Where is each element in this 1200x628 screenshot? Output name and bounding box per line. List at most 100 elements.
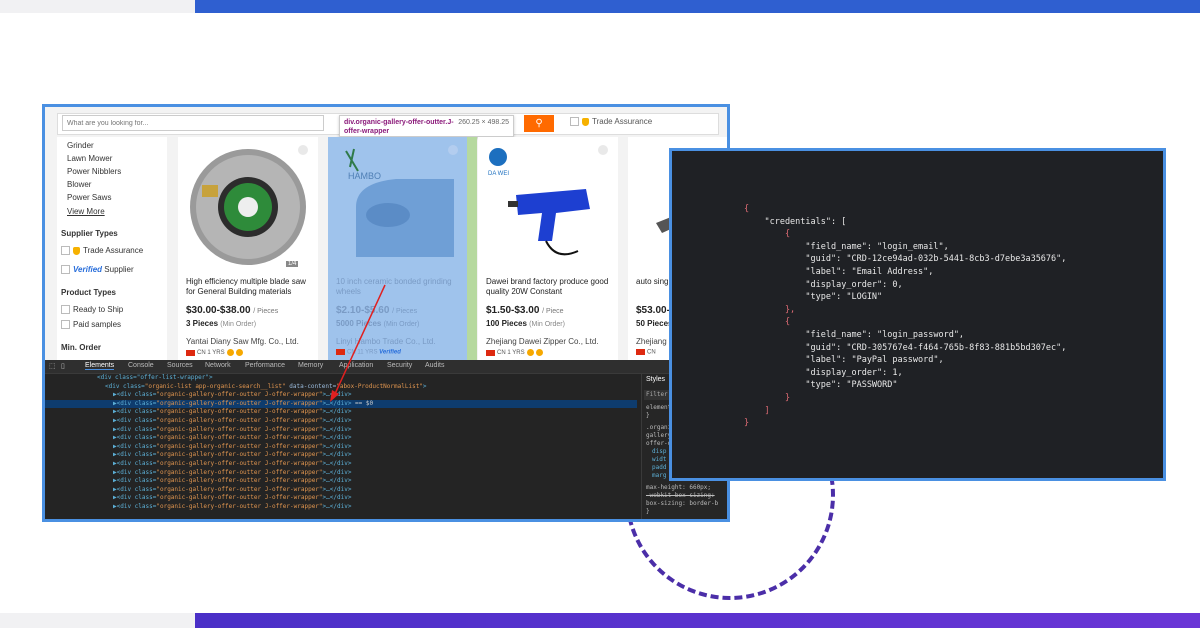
dom-node[interactable]: ▶<div class="organic-gallery-offer-outte… [45, 451, 637, 460]
bottom-left-strip [0, 613, 195, 628]
json-line: "label": "Email Address", [744, 266, 934, 277]
product-price: $53.00- [636, 305, 670, 316]
medal-icon [235, 349, 243, 356]
filter-verified-supplier[interactable]: Verified Supplier [61, 265, 134, 275]
json-line: "label": "PayPal password", [744, 355, 944, 366]
style-line: } [646, 508, 650, 515]
medal-icon [526, 349, 534, 356]
dom-node[interactable]: <div class="offer-list-wrapper"> [45, 374, 637, 383]
top-banner [195, 0, 1200, 13]
top-left-strip [0, 0, 195, 13]
tab-console[interactable]: Console [128, 362, 154, 369]
dom-node[interactable]: ▶<div class="organic-gallery-offer-outte… [45, 460, 637, 469]
sidebar-item-lawn-mower[interactable]: Lawn Mower [67, 154, 112, 163]
style-line: box-sizing: border-b [646, 500, 719, 507]
dom-node[interactable]: ▶<div class="organic-gallery-offer-outte… [45, 417, 637, 426]
dom-node[interactable]: ▶<div class="organic-gallery-offer-outte… [45, 477, 637, 486]
medal-icon [535, 349, 543, 356]
json-credentials-panel: { "credentials": [ { "field_name": "logi… [669, 148, 1166, 481]
product-card-highlighted[interactable]: HAMBO 10 inch ceramic bonded grinding wh… [328, 137, 468, 362]
device-toggle-icon[interactable]: ▯ [61, 362, 65, 370]
filter-ready-to-ship[interactable]: Ready to Ship [61, 305, 123, 315]
style-line: .organi [646, 424, 672, 431]
dom-node[interactable]: ▶<div class="organic-gallery-offer-outte… [45, 443, 637, 452]
saw-blade-image [190, 149, 306, 265]
filter-paid-samples[interactable]: Paid samples [61, 320, 121, 330]
grinding-wheel-image: HAMBO [345, 148, 454, 257]
dom-node[interactable]: ▶<div class="organic-gallery-offer-outte… [45, 408, 637, 417]
glue-gun-image: DA WEI [488, 148, 590, 256]
style-line: marg [652, 472, 667, 479]
supplier-name[interactable]: Zhejiang [636, 337, 667, 346]
dom-node[interactable]: ▶<div class="organic-gallery-offer-outte… [45, 391, 637, 400]
search-button[interactable]: ⚲ [524, 115, 554, 132]
devtools-panel: ⬚ ▯ Elements Console Sources Network Per… [45, 360, 727, 519]
tab-elements[interactable]: Elements [85, 362, 115, 370]
supplier-name[interactable]: Zhejiang Dawei Zipper Co., Ltd. [486, 337, 599, 346]
json-line: "type": "LOGIN" [744, 292, 883, 303]
image-page-indicator: 1/4 [286, 261, 299, 267]
json-line: "type": "PASSWORD" [744, 380, 898, 391]
filter-trade-assurance[interactable]: Trade Assurance [61, 246, 144, 256]
supplier-meta: CN 1 YRS [486, 349, 543, 356]
supplier-types-heading: Supplier Types [61, 229, 118, 238]
style-line: gallery [646, 432, 672, 439]
checkbox-icon[interactable] [570, 117, 579, 127]
dom-node[interactable]: ▶<div class="organic-gallery-offer-outte… [45, 494, 637, 503]
dom-node[interactable]: ▶<div class="organic-gallery-offer-outte… [45, 434, 637, 443]
cn-flag-icon [336, 349, 345, 355]
product-card[interactable]: DA WEI Dawei brand factory produce good … [478, 137, 618, 362]
json-line: { [744, 229, 791, 240]
json-line: { [744, 317, 791, 328]
cn-flag-icon [486, 349, 495, 356]
tab-performance[interactable]: Performance [245, 362, 285, 369]
margin-overlay [467, 137, 477, 362]
inspect-icon[interactable]: ⬚ [49, 362, 56, 370]
sidebar-item-blower[interactable]: Blower [67, 180, 91, 189]
json-line: "credentials": [ [744, 216, 847, 227]
dom-node[interactable]: ▶<div class="organic-gallery-offer-outte… [45, 486, 637, 495]
dom-node-selected[interactable]: ▶<div class="organic-gallery-offer-outte… [45, 399, 637, 409]
tab-security[interactable]: Security [387, 362, 412, 369]
product-title[interactable]: High efficiency multiple blade saw for G… [186, 277, 312, 297]
medal-icon [226, 349, 234, 356]
search-input[interactable] [62, 115, 324, 131]
checkbox-icon[interactable] [61, 265, 70, 275]
tab-sources[interactable]: Sources [167, 362, 193, 369]
tab-memory[interactable]: Memory [298, 362, 323, 369]
style-line: disp [652, 448, 667, 455]
dom-node[interactable]: ▶<div class="organic-gallery-offer-outte… [45, 503, 637, 512]
tab-application[interactable]: Application [339, 362, 373, 369]
sidebar-item-power-saws[interactable]: Power Saws [67, 193, 111, 202]
view-more-link[interactable]: View More [67, 207, 105, 216]
checkbox-icon[interactable] [61, 305, 70, 315]
checkbox-icon[interactable] [61, 246, 70, 256]
json-line: "field_name": "login_email", [744, 241, 949, 252]
dom-node[interactable]: ▶<div class="organic-gallery-offer-outte… [45, 469, 637, 478]
dom-node[interactable]: <div class="organic-list app-organic-sea… [45, 383, 637, 392]
supplier-name[interactable]: Yantai Diany Saw Mfg. Co., Ltd. [186, 337, 299, 346]
product-title[interactable]: Dawei brand factory produce good quality… [486, 277, 612, 297]
min-order: 100 Pieces (Min Order) [486, 319, 565, 328]
product-title[interactable]: 10 inch ceramic bonded grinding wheels [336, 277, 462, 297]
json-line: "guid": "CRD-305767e4-f464-765b-8f83-881… [744, 342, 1067, 353]
styles-tab[interactable]: Styles [646, 376, 665, 383]
dom-tree: <div class="offer-list-wrapper"> <div cl… [45, 374, 637, 512]
dom-node[interactable]: ▶<div class="organic-gallery-offer-outte… [45, 426, 637, 435]
sidebar-item-grinder[interactable]: Grinder [67, 141, 94, 150]
trade-assurance-filter[interactable]: Trade Assurance [570, 117, 652, 127]
style-line: padd [652, 464, 667, 471]
tab-network[interactable]: Network [205, 362, 231, 369]
tooltip-dimensions: 260.25 × 498.25 [458, 119, 509, 126]
tab-audits[interactable]: Audits [425, 362, 444, 369]
supplier-meta: CN [636, 349, 656, 356]
bottom-banner [195, 613, 1200, 628]
checkbox-icon[interactable] [61, 320, 70, 330]
tooltip-selector: div.organic-gallery-offer-outter.J-offer… [344, 119, 454, 135]
style-line: -webkit-box-sizing: [646, 492, 715, 499]
sidebar-item-power-nibblers[interactable]: Power Nibblers [67, 167, 121, 176]
brand-logo: DA WEI [488, 171, 509, 177]
product-card[interactable]: 1/4 High efficiency multiple blade saw f… [178, 137, 318, 362]
filter-label: Trade Assurance [83, 246, 144, 255]
supplier-name[interactable]: Linyi Hambo Trade Co., Ltd. [336, 337, 436, 346]
